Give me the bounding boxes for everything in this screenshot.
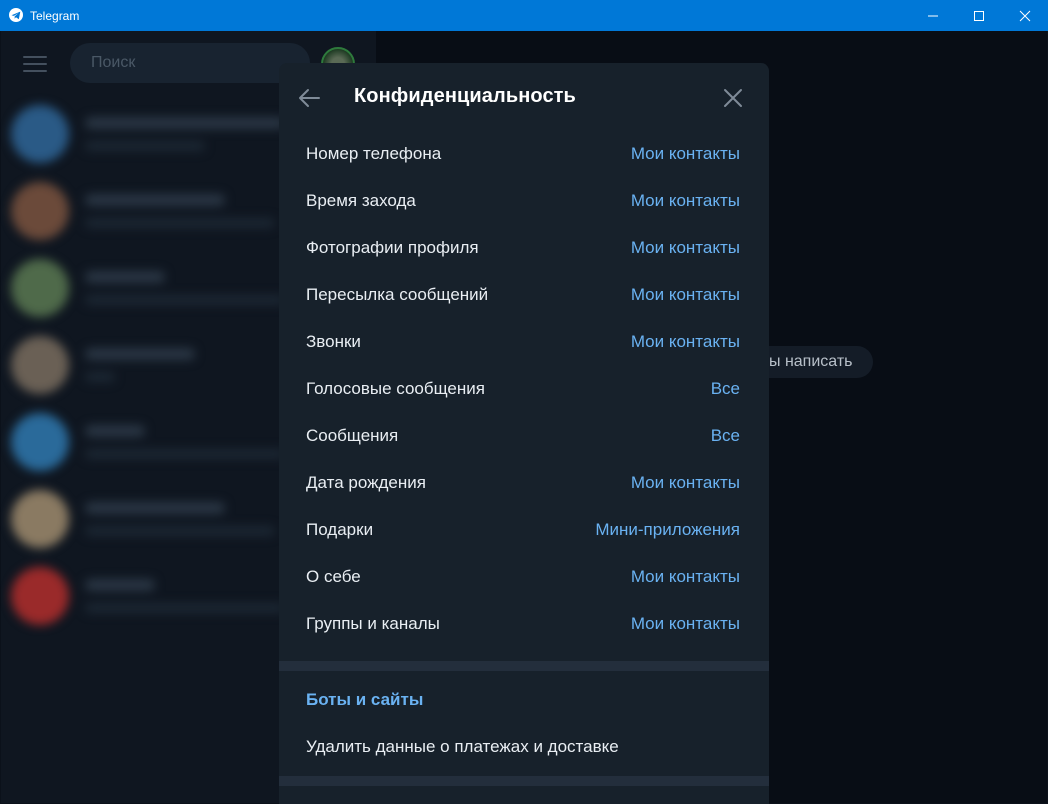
window-title: Telegram [30, 9, 80, 23]
row-value: Мои контакты [630, 144, 740, 163]
row-label: Голосовые сообщения [306, 379, 485, 398]
search-input[interactable]: Поиск [70, 43, 310, 83]
privacy-row-bio[interactable]: О себе Мои контакты [279, 553, 769, 600]
row-value: Все [710, 426, 740, 445]
privacy-row-last-seen[interactable]: Время захода Мои контакты [279, 177, 769, 224]
minimize-icon [928, 15, 938, 16]
privacy-row-groups-and-channels[interactable]: Группы и каналы Мои контакты [279, 600, 769, 647]
section-divider [279, 661, 769, 671]
privacy-row-profile-photos[interactable]: Фотографии профиля Мои контакты [279, 224, 769, 271]
minimize-button[interactable] [910, 0, 956, 31]
privacy-row-birthday[interactable]: Дата рождения Мои контакты [279, 459, 769, 506]
privacy-row-calls[interactable]: Звонки Мои контакты [279, 318, 769, 365]
window-close-icon [1019, 10, 1031, 21]
section-divider [279, 776, 769, 786]
avatar [11, 182, 69, 240]
row-label: Пересылка сообщений [306, 285, 489, 304]
row-value: Мои контакты [630, 473, 740, 492]
row-label: Звонки [306, 332, 361, 351]
delete-payment-data-button[interactable]: Удалить данные о платежах и доставке [279, 728, 769, 768]
window-titlebar: Telegram [0, 0, 1048, 31]
arrow-left-icon[interactable] [297, 86, 323, 110]
privacy-row-messages[interactable]: Сообщения Все [279, 412, 769, 459]
privacy-options-list: Номер телефона Мои контакты Время захода… [279, 130, 769, 647]
row-label: Группы и каналы [306, 614, 440, 633]
row-value: Мои контакты [630, 285, 740, 304]
search-placeholder: Поиск [91, 54, 136, 71]
avatar [11, 567, 69, 625]
row-label: Дата рождения [306, 473, 426, 492]
row-label: Время захода [306, 191, 416, 210]
avatar [11, 259, 69, 317]
dialog-title: Конфиденциальность [354, 85, 576, 107]
delete-payment-data-label: Удалить данные о платежах и доставке [306, 737, 619, 756]
row-label: Номер телефона [306, 144, 442, 163]
privacy-row-phone-number[interactable]: Номер телефона Мои контакты [279, 130, 769, 177]
privacy-row-gifts[interactable]: Подарки Мини-приложения [279, 506, 769, 553]
privacy-settings-dialog: Конфиденциальность Номер телефона Мои ко… [279, 63, 769, 804]
row-label: О себе [306, 567, 361, 586]
avatar [11, 413, 69, 471]
close-icon[interactable] [722, 87, 744, 109]
row-label: Подарки [306, 520, 374, 539]
row-value: Все [710, 379, 740, 398]
row-value: Мои контакты [630, 567, 740, 586]
dialog-header: Конфиденциальность [279, 63, 769, 133]
row-value: Мои контакты [630, 191, 740, 210]
hamburger-icon[interactable] [23, 56, 47, 72]
window-close-button[interactable] [1002, 0, 1048, 31]
avatar [11, 336, 69, 394]
row-value: Мои контакты [630, 238, 740, 257]
maximize-button[interactable] [956, 0, 1002, 31]
telegram-logo-icon [9, 8, 23, 22]
privacy-row-forwarded-messages[interactable]: Пересылка сообщений Мои контакты [279, 271, 769, 318]
row-value: Мои контакты [630, 332, 740, 351]
maximize-icon [974, 10, 984, 21]
avatar [11, 490, 69, 548]
empty-chat-hint-text: ы написать [769, 353, 853, 370]
bots-section-title: Боты и сайты [306, 690, 424, 709]
row-value: Мои контакты [630, 614, 740, 633]
row-label: Сообщения [306, 426, 399, 445]
row-label: Фотографии профиля [306, 238, 479, 257]
row-value: Мини-приложения [595, 520, 740, 539]
avatar [11, 105, 69, 163]
privacy-row-voice-messages[interactable]: Голосовые сообщения Все [279, 365, 769, 412]
